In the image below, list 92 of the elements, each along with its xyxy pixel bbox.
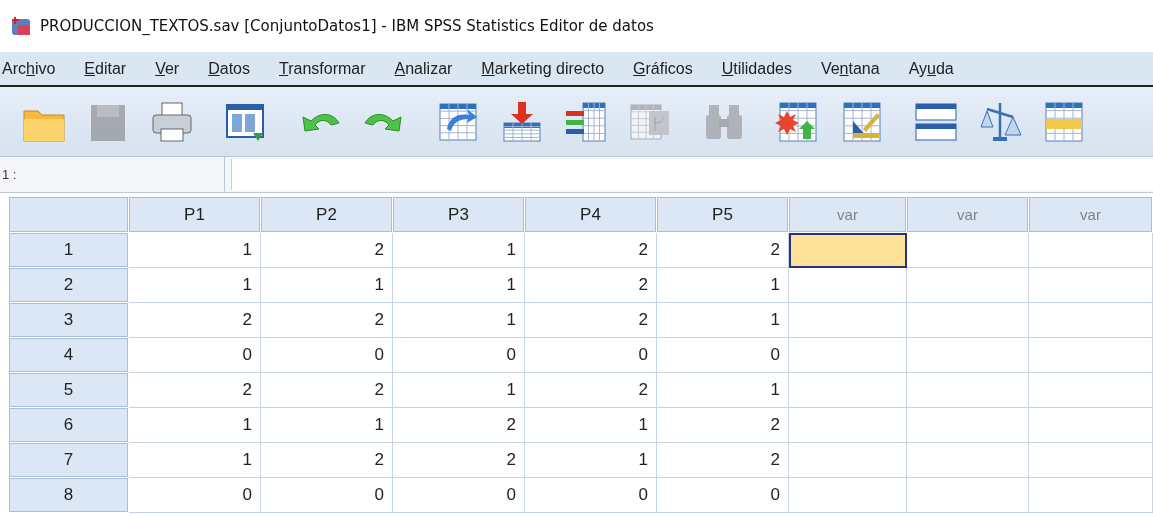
table-cell[interactable]: 2 bbox=[525, 373, 657, 408]
table-cell[interactable] bbox=[907, 408, 1029, 443]
table-cell[interactable]: 2 bbox=[261, 303, 393, 338]
table-cell[interactable] bbox=[789, 443, 907, 478]
row-header[interactable]: 8 bbox=[9, 478, 128, 512]
row-header[interactable]: 7 bbox=[9, 443, 128, 477]
menu-item[interactable]: Marketing directo bbox=[481, 59, 605, 78]
menu-item[interactable]: Ventana bbox=[820, 59, 880, 78]
column-header[interactable]: P2 bbox=[261, 197, 392, 232]
table-cell[interactable] bbox=[789, 233, 907, 268]
table-cell[interactable]: 1 bbox=[525, 408, 657, 443]
row-header[interactable]: 1 bbox=[9, 233, 128, 267]
table-cell[interactable]: 2 bbox=[657, 233, 789, 268]
table-cell[interactable] bbox=[907, 233, 1029, 268]
table-cell[interactable] bbox=[907, 373, 1029, 408]
table-cell[interactable]: 1 bbox=[129, 233, 261, 268]
table-cell[interactable] bbox=[907, 478, 1029, 513]
table-cell[interactable]: 0 bbox=[393, 338, 525, 373]
table-cell[interactable] bbox=[1029, 443, 1153, 478]
table-cell[interactable]: 1 bbox=[657, 303, 789, 338]
table-cell[interactable]: 1 bbox=[393, 233, 525, 268]
table-cell[interactable] bbox=[1029, 408, 1153, 443]
row-header[interactable]: 3 bbox=[9, 303, 128, 337]
table-cell[interactable] bbox=[1029, 268, 1153, 303]
table-cell[interactable]: 0 bbox=[525, 478, 657, 513]
window-title: PRODUCCION_TEXTOS.sav [ConjuntoDatos1] - IBM SPSS Statistics Editor de datos bbox=[40, 17, 654, 35]
table-cell[interactable] bbox=[907, 268, 1029, 303]
table-cell[interactable]: 2 bbox=[129, 303, 261, 338]
column-header[interactable]: P5 bbox=[657, 197, 788, 232]
table-cell[interactable]: 2 bbox=[657, 408, 789, 443]
table-cell[interactable] bbox=[1029, 373, 1153, 408]
menu-item[interactable]: Datos bbox=[208, 59, 250, 78]
table-cell[interactable]: 2 bbox=[525, 233, 657, 268]
table-cell[interactable]: 1 bbox=[129, 268, 261, 303]
table-cell[interactable] bbox=[789, 268, 907, 303]
table-cell[interactable]: 0 bbox=[261, 338, 393, 373]
table-cell[interactable]: 0 bbox=[657, 338, 789, 373]
menu-item[interactable]: Archivo bbox=[2, 59, 56, 78]
row-header[interactable]: 4 bbox=[9, 338, 128, 372]
table-cell[interactable] bbox=[1029, 338, 1153, 373]
table-cell[interactable] bbox=[907, 303, 1029, 338]
menu-item[interactable]: Ver bbox=[155, 59, 180, 78]
table-cell[interactable]: 2 bbox=[525, 268, 657, 303]
column-header[interactable]: P4 bbox=[525, 197, 656, 232]
table-cell[interactable]: 2 bbox=[393, 408, 525, 443]
menu-item[interactable]: Utilidades bbox=[721, 59, 792, 78]
row-header[interactable]: 5 bbox=[9, 373, 128, 407]
table-cell[interactable]: 1 bbox=[129, 408, 261, 443]
table-cell[interactable] bbox=[789, 408, 907, 443]
table-cell[interactable] bbox=[789, 373, 907, 408]
table-cell[interactable]: 2 bbox=[129, 373, 261, 408]
table-cell[interactable]: 0 bbox=[525, 338, 657, 373]
table-cell[interactable]: 0 bbox=[261, 478, 393, 513]
table-cell[interactable]: 0 bbox=[393, 478, 525, 513]
table-cell[interactable] bbox=[1029, 233, 1153, 268]
table-cell[interactable] bbox=[1029, 303, 1153, 338]
column-header[interactable]: P1 bbox=[129, 197, 260, 232]
table-cell[interactable] bbox=[789, 303, 907, 338]
column-header[interactable]: P3 bbox=[393, 197, 524, 232]
table-cell[interactable]: 1 bbox=[261, 268, 393, 303]
table-cell[interactable]: 1 bbox=[261, 408, 393, 443]
menu-item[interactable]: Analizar bbox=[394, 59, 453, 78]
table-cell[interactable]: 1 bbox=[525, 443, 657, 478]
table-cell[interactable]: 1 bbox=[129, 443, 261, 478]
table-cell[interactable]: 2 bbox=[525, 303, 657, 338]
menu-item[interactable]: Editar bbox=[84, 59, 127, 78]
menu-item[interactable]: Transformar bbox=[279, 59, 366, 78]
table-cell[interactable]: 2 bbox=[657, 443, 789, 478]
cell-value-field[interactable] bbox=[231, 159, 1153, 190]
table-cell[interactable]: 1 bbox=[393, 373, 525, 408]
table-cell[interactable]: 2 bbox=[393, 443, 525, 478]
table-cell[interactable]: 2 bbox=[261, 373, 393, 408]
table-cell[interactable] bbox=[907, 443, 1029, 478]
table-cell[interactable] bbox=[789, 478, 907, 513]
app-icon bbox=[10, 15, 32, 37]
row-header[interactable]: 2 bbox=[9, 268, 128, 302]
table-cell[interactable]: 2 bbox=[261, 233, 393, 268]
table-cell[interactable] bbox=[1029, 478, 1153, 513]
menu-item[interactable]: Gráficos bbox=[633, 59, 693, 78]
row-header[interactable]: 6 bbox=[9, 408, 128, 442]
table-cell[interactable]: 0 bbox=[657, 478, 789, 513]
table-cell[interactable]: 1 bbox=[393, 303, 525, 338]
table-cell[interactable]: 1 bbox=[657, 268, 789, 303]
table-cell[interactable]: 1 bbox=[393, 268, 525, 303]
table-cell[interactable] bbox=[789, 338, 907, 373]
cell-reference: 1 : bbox=[0, 157, 225, 192]
table-cell[interactable]: 0 bbox=[129, 478, 261, 513]
table-cell[interactable]: 2 bbox=[261, 443, 393, 478]
table-cell[interactable]: 1 bbox=[657, 373, 789, 408]
menu-item[interactable]: Ayuda bbox=[908, 59, 954, 78]
table-cell[interactable] bbox=[907, 338, 1029, 373]
table-cell[interactable]: 0 bbox=[129, 338, 261, 373]
